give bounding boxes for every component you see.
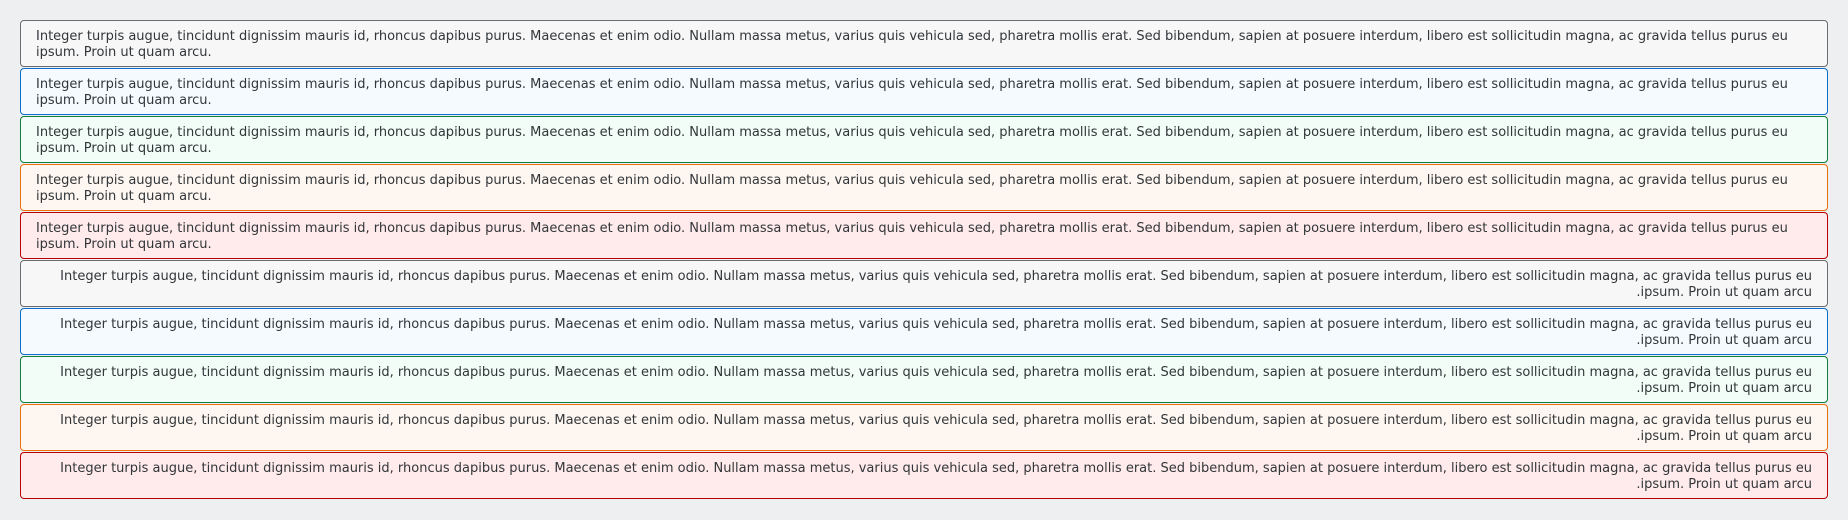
message-strip-error-rtl: Integer turpis augue, tincidunt dignissi… [20,452,1828,499]
message-strip-text: Integer turpis augue, tincidunt dignissi… [36,173,1788,204]
message-strip-text: Integer turpis augue, tincidunt dignissi… [60,269,1812,300]
message-strip-warning: Integer turpis augue, tincidunt dignissi… [20,164,1828,211]
message-strip-text: Integer turpis augue, tincidunt dignissi… [36,77,1788,108]
message-strip-neutral: Integer turpis augue, tincidunt dignissi… [20,20,1828,67]
message-strip-neutral-rtl: Integer turpis augue, tincidunt dignissi… [20,260,1828,307]
message-strip-text: Integer turpis augue, tincidunt dignissi… [60,317,1812,348]
message-strip-text: Integer turpis augue, tincidunt dignissi… [60,365,1812,396]
message-strip-list: Integer turpis augue, tincidunt dignissi… [20,20,1828,500]
message-strip-error: Integer turpis augue, tincidunt dignissi… [20,212,1828,259]
message-strip-text: Integer turpis augue, tincidunt dignissi… [36,125,1788,156]
message-strip-text: Integer turpis augue, tincidunt dignissi… [60,461,1812,492]
message-strip-success-rtl: Integer turpis augue, tincidunt dignissi… [20,356,1828,403]
message-strip-text: Integer turpis augue, tincidunt dignissi… [36,29,1788,60]
message-strip-success: Integer turpis augue, tincidunt dignissi… [20,116,1828,163]
message-strip-text: Integer turpis augue, tincidunt dignissi… [60,413,1812,444]
message-strip-information-rtl: Integer turpis augue, tincidunt dignissi… [20,308,1828,355]
message-strip-text: Integer turpis augue, tincidunt dignissi… [36,221,1788,252]
message-strip-warning-rtl: Integer turpis augue, tincidunt dignissi… [20,404,1828,451]
message-strip-information: Integer turpis augue, tincidunt dignissi… [20,68,1828,115]
